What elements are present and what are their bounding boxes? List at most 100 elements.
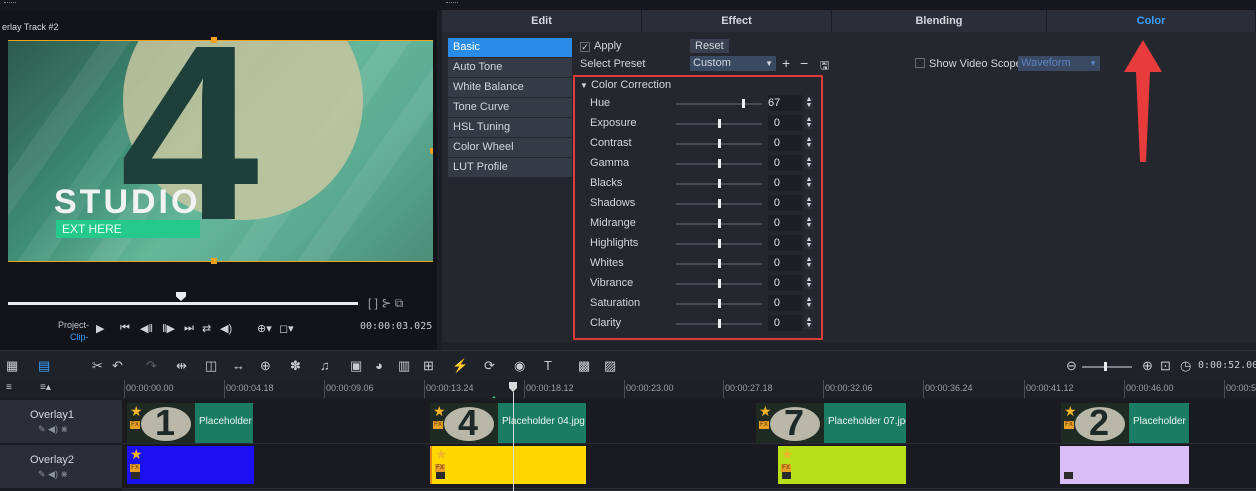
slider-value[interactable]: 67	[768, 95, 802, 111]
repeat-icon[interactable]: ⇄	[202, 322, 211, 335]
spin-arrows-icon[interactable]: ▲ ▼	[805, 96, 813, 109]
mark-in-out-icons[interactable]: [ ] ⊱ ⧉	[368, 296, 403, 311]
audio-icon[interactable]: ♫	[320, 358, 330, 373]
track-manager-icon[interactable]: ≡	[6, 382, 12, 393]
slider-value[interactable]: 0	[768, 135, 802, 151]
spin-arrows-icon[interactable]: ▲ ▼	[805, 216, 813, 229]
menu-lut-profile[interactable]: LUT Profile	[448, 158, 572, 177]
box-icon[interactable]: ◫	[205, 358, 217, 374]
subtitle-icon[interactable]: ▣	[350, 358, 362, 374]
spin-arrows-icon[interactable]: ▲ ▼	[805, 236, 813, 249]
zoom-icon[interactable]: ⊕▾	[257, 322, 272, 335]
track-header-icons[interactable]: ✎ ◀) ⋇	[38, 469, 68, 480]
slider-value[interactable]: 0	[768, 255, 802, 271]
slider-row-blacks[interactable]: Blacks 0 ▲ ▼	[590, 174, 818, 194]
slider-value[interactable]: 0	[768, 115, 802, 131]
clip-mode-label[interactable]: Clip-	[70, 332, 89, 342]
slider-track[interactable]	[676, 103, 762, 105]
spin-arrows-icon[interactable]: ▲ ▼	[805, 256, 813, 269]
spin-arrows-icon[interactable]: ▲ ▼	[805, 136, 813, 149]
prev-frame-icon[interactable]: ◀‖	[140, 322, 153, 335]
overlay2-color-clip[interactable]: ★ FX	[430, 446, 586, 484]
slider-value[interactable]: 0	[768, 195, 802, 211]
preview-viewport[interactable]: 4 STUDIO EXT HERE	[8, 40, 433, 262]
slider-thumb[interactable]	[718, 219, 721, 228]
track-header-icons[interactable]: ✎ ◀) ⋇	[38, 424, 68, 435]
text-icon[interactable]: T	[544, 358, 552, 373]
apply-checkbox-row[interactable]: ✓ Apply	[580, 40, 622, 52]
menu-hsl-tuning[interactable]: HSL Tuning	[448, 118, 572, 137]
clock-icon[interactable]: ◷	[1180, 358, 1191, 374]
zoom-out-icon[interactable]: ⊖	[1066, 358, 1077, 374]
overlay2-color-clip[interactable]	[1060, 446, 1189, 484]
resize-handle-right[interactable]	[430, 148, 433, 154]
panel-scrollbar[interactable]	[442, 342, 1256, 350]
preview-timecode[interactable]: 00:00:03.025	[360, 321, 432, 332]
image-icon[interactable]: ▨	[604, 358, 616, 374]
slider-row-exposure[interactable]: Exposure 0 ▲ ▼	[590, 114, 818, 134]
project-mode-label[interactable]: Project-	[58, 320, 89, 330]
overlay1-clip[interactable]: 1 ★ FX Placeholder 0	[127, 403, 253, 443]
slider-row-saturation[interactable]: Saturation 0 ▲ ▼	[590, 294, 818, 314]
slider-value[interactable]: 0	[768, 275, 802, 291]
track-header-overlay2[interactable]: Overlay2 ✎ ◀) ⋇	[0, 445, 122, 489]
title-icon[interactable]: ▥	[398, 358, 410, 374]
slider-row-vibrance[interactable]: Vibrance 0 ▲ ▼	[590, 274, 818, 294]
spin-arrows-icon[interactable]: ▲ ▼	[805, 176, 813, 189]
spin-arrows-icon[interactable]: ▲ ▼	[805, 156, 813, 169]
slider-thumb[interactable]	[718, 279, 721, 288]
menu-tone-curve[interactable]: Tone Curve	[448, 98, 572, 117]
resize-handle-top[interactable]	[211, 37, 217, 43]
fit-timeline-icon[interactable]: ⊡	[1160, 358, 1171, 374]
preset-select[interactable]: Custom ▼	[690, 56, 776, 71]
save-preset-icon[interactable]: 🖫	[820, 57, 829, 76]
scope-select[interactable]: Waveform ▼	[1018, 56, 1100, 71]
play-icon[interactable]: ▶	[96, 322, 104, 335]
overlay1-clip[interactable]: 7 ★ FX Placeholder 07.jpg	[756, 403, 906, 443]
spin-arrows-icon[interactable]: ▲ ▼	[805, 276, 813, 289]
aspect-icon[interactable]: ◻▾	[279, 322, 294, 335]
tab-color[interactable]: Color	[1047, 10, 1256, 32]
slider-row-clarity[interactable]: Clarity 0 ▲ ▼	[590, 314, 818, 334]
track-header-overlay1[interactable]: Overlay1 ✎ ◀) ⋇	[0, 400, 122, 444]
slider-thumb[interactable]	[718, 319, 721, 328]
drag-grip-right[interactable]	[446, 2, 458, 5]
magic-icon[interactable]: ⚡	[452, 358, 468, 374]
slider-thumb[interactable]	[718, 159, 721, 168]
slider-row-contrast[interactable]: Contrast 0 ▲ ▼	[590, 134, 818, 154]
slider-row-highlights[interactable]: Highlights 0 ▲ ▼	[590, 234, 818, 254]
timeline-timecode[interactable]: 0:00:52.00	[1198, 360, 1256, 371]
volume-icon[interactable]: ◀)	[220, 322, 232, 335]
show-scope-row[interactable]: Show Video Scope	[915, 58, 1022, 70]
fit-icon[interactable]: ⇹	[176, 358, 187, 374]
tab-edit[interactable]: Edit	[442, 10, 642, 32]
spin-arrows-icon[interactable]: ▲ ▼	[805, 196, 813, 209]
grid-icon[interactable]: ⊞	[423, 358, 434, 374]
slider-value[interactable]: 0	[768, 315, 802, 331]
slider-thumb[interactable]	[718, 299, 721, 308]
remove-preset-icon[interactable]: −	[800, 55, 808, 71]
mixer-icon[interactable]: ✽	[290, 358, 301, 374]
slider-thumb[interactable]	[718, 119, 721, 128]
menu-color-wheel[interactable]: Color Wheel	[448, 138, 572, 157]
go-end-icon[interactable]: ⏭	[184, 322, 194, 335]
overlay2-color-clip[interactable]: ★ FX	[127, 446, 254, 484]
slider-row-shadows[interactable]: Shadows 0 ▲ ▼	[590, 194, 818, 214]
color-correction-header[interactable]: ▼ Color Correction	[580, 79, 671, 91]
redo-icon[interactable]: ↷	[146, 358, 157, 374]
apply-checkbox[interactable]: ✓	[580, 42, 590, 52]
ripple-icon[interactable]: ⊕	[260, 358, 271, 374]
rotate-icon[interactable]: ⟳	[484, 358, 495, 374]
slider-thumb[interactable]	[742, 99, 745, 108]
palette-icon[interactable]: ▩	[578, 358, 590, 374]
menu-basic[interactable]: Basic	[448, 38, 572, 57]
slider-value[interactable]: 0	[768, 155, 802, 171]
tab-effect[interactable]: Effect	[642, 10, 832, 32]
zoom-in-icon[interactable]: ⊕	[1142, 358, 1153, 374]
next-frame-icon[interactable]: ‖▶	[162, 322, 175, 335]
timeline-view-icon[interactable]: ▤	[38, 358, 50, 374]
slider-row-midrange[interactable]: Midrange 0 ▲ ▼	[590, 214, 818, 234]
resize-handle-bottom[interactable]	[211, 258, 217, 264]
slider-value[interactable]: 0	[768, 235, 802, 251]
slider-thumb[interactable]	[718, 199, 721, 208]
